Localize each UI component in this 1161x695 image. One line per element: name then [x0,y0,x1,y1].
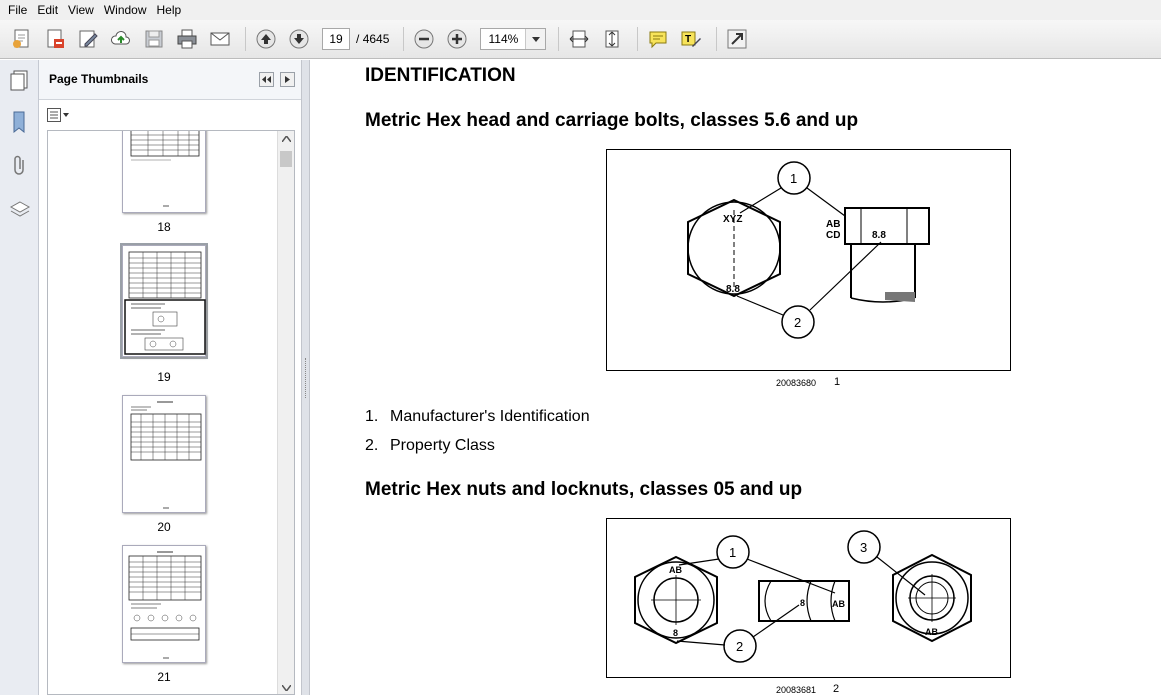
nut1-mark-8: 8 [673,628,678,638]
comment-icon[interactable] [644,25,672,53]
print-icon[interactable] [173,25,201,53]
callout-2: 2 [794,315,801,330]
figure-2-caption: 20083681 [776,685,817,695]
thumbnail-label-20: 20 [157,520,171,534]
next-page-icon[interactable] [285,25,313,53]
toolbar-separator [403,27,405,51]
figure-1-number: 1 [834,376,841,388]
list-number: 2. [365,437,379,454]
menu-file[interactable]: File [3,0,32,20]
scroll-up-icon[interactable] [282,136,291,142]
bookmarks-icon[interactable] [8,110,32,134]
toolbar-separator [637,27,639,51]
nut-diagram: AB 8 8 AB AB 1 3 2 [634,530,972,663]
thumbnail-page-19[interactable] [122,245,206,357]
zoom-in-icon[interactable] [443,25,471,53]
svg-text:T: T [685,34,691,45]
page-thumbnails-icon[interactable] [8,68,32,92]
bolt-diagram: XYZ 8.8 AB CD 8.8 1 2 [687,161,930,339]
create-pdf-icon[interactable] [8,25,36,53]
callout-1: 1 [790,171,797,186]
thumbnail-page-20[interactable] [122,395,206,513]
page-separator: / [356,32,360,46]
attachments-icon[interactable] [8,154,32,178]
thumbnail-page-21[interactable] [122,545,206,663]
figure-2-number: 2 [833,683,840,695]
panel-header: Page Thumbnails [39,60,301,100]
scroll-down-icon[interactable] [282,685,291,691]
full-screen-icon[interactable] [723,25,751,53]
toolbar-separator [558,27,560,51]
splitter-grip[interactable] [305,358,307,398]
thumbnail-label-21: 21 [157,670,171,684]
zoom-value: 114% [488,32,519,46]
section-title-nuts: Metric Hex nuts and locknuts, classes 05… [365,479,803,500]
nut-side-mark-8: 8 [800,598,805,608]
list-item: 2. Property Class [365,437,495,455]
mark-8-8-side: 8.8 [872,230,886,241]
menu-window[interactable]: Window [99,0,152,20]
callout-1: 1 [729,545,736,560]
page-heading: IDENTIFICATION [365,65,516,86]
email-icon[interactable] [206,25,234,53]
expand-panel-icon[interactable] [280,72,295,87]
toolbar-separator [716,27,718,51]
locknut-mark-ab: AB [925,627,938,637]
mark-8-8-head: 8.8 [726,284,740,295]
list-number: 1. [365,408,379,425]
mark-ab: AB [826,219,840,230]
scrollbar-thumb[interactable] [280,151,292,167]
list-item: 1. Manufacturer's Identification [365,408,590,426]
figure-bolts: XYZ 8.8 AB CD 8.8 1 2 [606,149,1011,371]
page-count: / 4645 [356,32,389,46]
figure-1-caption: 20083680 [776,378,817,388]
previous-page-icon[interactable] [252,25,280,53]
thumbnail-label-19: 19 [157,370,171,384]
menu-view[interactable]: View [63,0,99,20]
mark-cd: CD [826,230,840,241]
nut1-mark-ab: AB [669,565,682,575]
convert-icon[interactable] [41,25,69,53]
zoom-out-icon[interactable] [410,25,438,53]
toolbar-separator [245,27,246,51]
menu-help[interactable]: Help [152,0,187,20]
toolbar: 19 / 4645 114% T [0,20,1161,59]
page-number-input[interactable]: 19 [322,28,350,50]
figure-nuts: AB 8 8 AB AB 1 3 2 [606,518,1011,678]
chevron-down-icon[interactable] [525,29,546,49]
menu-edit[interactable]: Edit [32,0,63,20]
mark-xyz: XYZ [723,214,742,225]
page-thumbnails-panel: Page Thumbnails 18 19 20 21 [39,60,301,695]
list-text: Property Class [390,437,495,454]
highlight-icon[interactable]: T [677,25,705,53]
list-text: Manufacturer's Identification [390,408,590,425]
save-icon[interactable] [140,25,168,53]
fit-page-icon[interactable] [598,25,626,53]
thumbnail-page-18[interactable] [122,131,206,213]
section-title-bolts: Metric Hex head and carriage bolts, clas… [365,110,859,131]
upload-cloud-icon[interactable] [107,25,135,53]
total-pages: 4645 [362,32,390,46]
layers-icon[interactable] [8,198,32,222]
thumbnail-label-18: 18 [157,220,171,234]
menu-bar: File Edit View Window Help [0,0,1161,20]
navigation-pane-strip [0,60,39,695]
panel-splitter[interactable] [301,60,310,695]
nut-side-mark-ab: AB [832,599,845,609]
document-view: IDENTIFICATION Metric Hex head and carri… [310,60,1161,695]
edit-icon[interactable] [74,25,102,53]
callout-3: 3 [860,540,867,555]
collapse-panel-icon[interactable] [259,72,274,87]
panel-title: Page Thumbnails [49,72,149,86]
callout-2: 2 [736,639,743,654]
zoom-select[interactable]: 114% [480,28,547,50]
thumbnail-scrollbar[interactable] [277,131,294,694]
thumbnail-options-menu[interactable] [47,107,71,123]
thumbnail-list: 18 19 20 21 [47,130,295,695]
fit-width-icon[interactable] [565,25,593,53]
